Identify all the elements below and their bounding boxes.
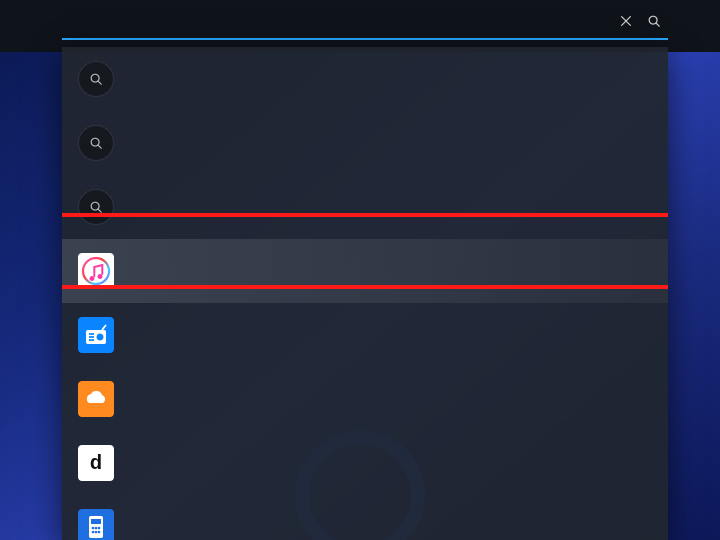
suggestion-row[interactable] <box>62 47 668 111</box>
search-icon <box>78 189 114 225</box>
suggestion-row[interactable] <box>62 175 668 239</box>
app-result-itunes[interactable] <box>62 239 668 303</box>
app-result-rtremote[interactable] <box>62 495 668 540</box>
dailymotion-icon: d <box>78 445 114 481</box>
cloud-icon <box>78 381 114 417</box>
app-result-musiccloud[interactable] <box>62 367 668 431</box>
clear-search-button[interactable] <box>612 8 640 36</box>
search-results-panel: d <box>62 47 668 540</box>
search-icon <box>647 14 661 31</box>
search-input[interactable] <box>62 14 612 31</box>
remote-icon <box>78 509 114 540</box>
app-result-dailymotion[interactable]: d <box>62 431 668 495</box>
submit-search-button[interactable] <box>640 8 668 36</box>
search-icon <box>78 125 114 161</box>
app-result-radio[interactable] <box>62 303 668 367</box>
itunes-icon <box>78 253 114 289</box>
radio-icon <box>78 317 114 353</box>
suggestion-row[interactable] <box>62 111 668 175</box>
close-icon <box>619 14 633 31</box>
search-icon <box>78 61 114 97</box>
search-bar <box>62 6 668 40</box>
